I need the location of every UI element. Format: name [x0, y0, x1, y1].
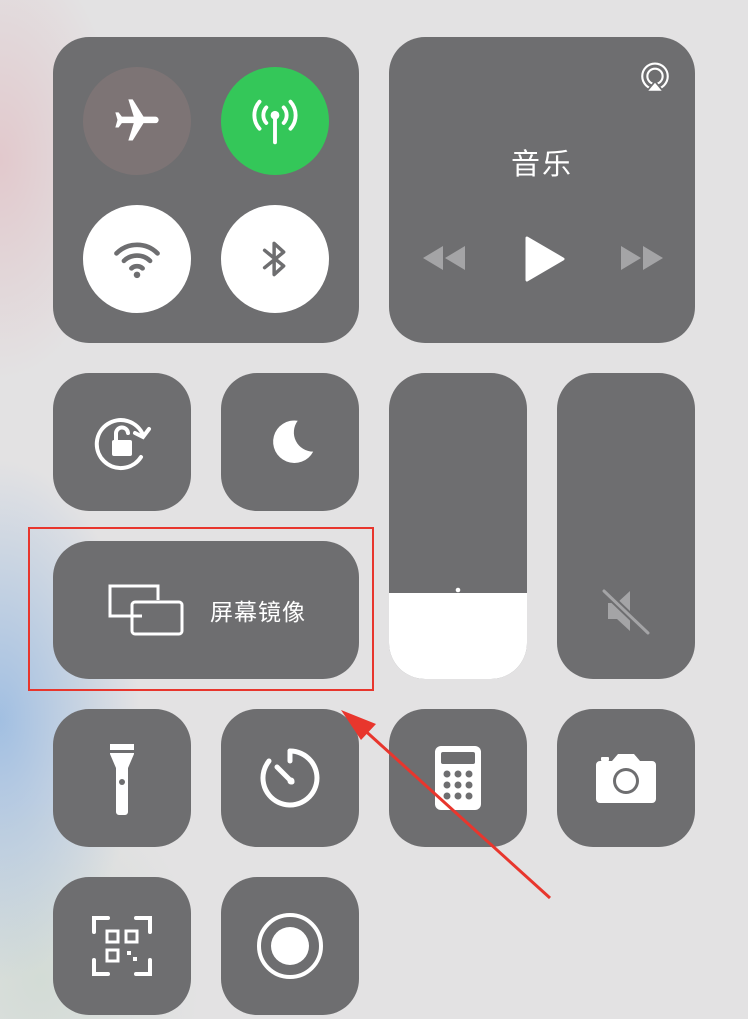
- bluetooth-icon: [262, 241, 286, 277]
- music-player-panel[interactable]: 音乐: [389, 37, 695, 343]
- screen-record-button[interactable]: [221, 877, 359, 1015]
- brightness-slider[interactable]: [389, 373, 527, 679]
- qr-scanner-icon: [92, 916, 152, 976]
- cellular-data-button[interactable]: [221, 67, 329, 175]
- camera-icon: [596, 754, 656, 803]
- sun-icon: [433, 587, 483, 637]
- orientation-lock-button[interactable]: [53, 373, 191, 511]
- flashlight-button[interactable]: [53, 709, 191, 847]
- antenna-icon: [252, 99, 298, 145]
- camera-button[interactable]: [557, 709, 695, 847]
- bluetooth-button[interactable]: [221, 205, 329, 313]
- airplane-mode-button[interactable]: [83, 67, 191, 175]
- rewind-icon[interactable]: [421, 243, 467, 273]
- moon-icon: [273, 420, 314, 464]
- wifi-button[interactable]: [83, 205, 191, 313]
- calculator-icon: [435, 746, 481, 810]
- timer-icon: [260, 748, 320, 808]
- timer-button[interactable]: [221, 709, 359, 847]
- flashlight-icon: [110, 744, 134, 815]
- muted-speaker-icon: [600, 587, 652, 637]
- music-title: 音乐: [510, 147, 573, 181]
- highlight-box: [28, 527, 374, 691]
- airplane-icon: [115, 99, 159, 141]
- airplay-icon[interactable]: [638, 61, 672, 95]
- wifi-icon: [114, 242, 160, 279]
- orientation-lock-icon: [94, 418, 151, 471]
- play-icon[interactable]: [523, 236, 565, 282]
- calculator-button[interactable]: [389, 709, 527, 847]
- volume-slider[interactable]: [557, 373, 695, 679]
- do-not-disturb-button[interactable]: [221, 373, 359, 511]
- fast-forward-icon[interactable]: [619, 243, 665, 273]
- qr-scanner-button[interactable]: [53, 877, 191, 1015]
- screen-record-icon: [257, 913, 323, 979]
